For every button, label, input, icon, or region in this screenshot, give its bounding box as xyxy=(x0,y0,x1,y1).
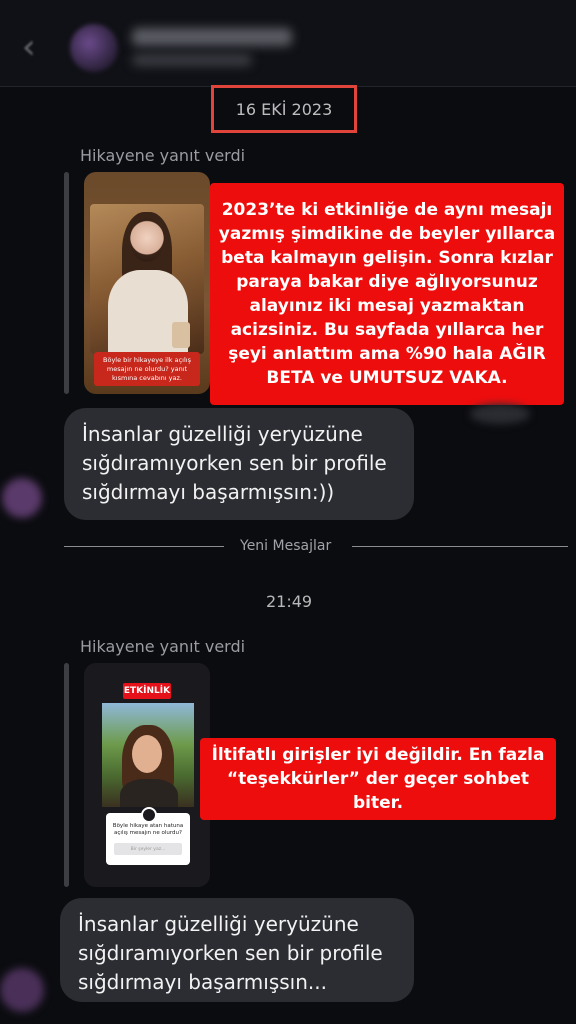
story-badge: ETKİNLİK xyxy=(123,683,171,699)
contact-status-blurred xyxy=(132,54,252,66)
background-blur xyxy=(470,404,530,424)
annotation-note-1: 2023’te ki etkinliğe de aynı mesajı yazm… xyxy=(210,183,564,405)
story-thumbnail[interactable]: Böyle bir hikayeye ilk açılış mesajın ne… xyxy=(84,172,210,394)
reply-indicator-bar xyxy=(64,663,69,887)
story-photo xyxy=(102,703,194,807)
new-messages-label: Yeni Mesajlar xyxy=(240,538,332,554)
contact-avatar[interactable] xyxy=(70,24,118,72)
message-bubble[interactable]: İnsanlar güzelliği yeryüzüne sığdıramıyo… xyxy=(64,408,414,520)
message-text: İnsanlar güzelliği yeryüzüne sığdıramıyo… xyxy=(82,422,387,504)
story-question-avatar xyxy=(141,807,157,823)
story-photo xyxy=(90,204,204,354)
story-reply-label: Hikayene yanıt verdi xyxy=(80,637,246,656)
contact-name-blurred[interactable] xyxy=(132,28,292,46)
reply-indicator-bar xyxy=(64,172,69,394)
date-label: 16 EKİ 2023 xyxy=(235,99,333,119)
time-label: 21:49 xyxy=(266,592,313,611)
annotation-note-2: İltifatlı girişler iyi değildir. En fazl… xyxy=(200,738,556,820)
divider-line-left xyxy=(64,546,224,547)
back-chevron-icon[interactable]: ‹ xyxy=(22,30,46,64)
date-separator: 16 EKİ 2023 xyxy=(211,85,357,133)
annotation-text-2: İltifatlı girişler iyi değildir. En fazl… xyxy=(211,745,545,813)
message-bubble[interactable]: İnsanlar güzelliği yeryüzüne sığdıramıyo… xyxy=(60,898,414,1002)
annotation-text-1: 2023’te ki etkinliğe de aynı mesajı yazm… xyxy=(218,200,556,388)
sender-avatar-blurred xyxy=(0,968,44,1012)
story-photo-cup xyxy=(172,322,190,348)
sender-avatar-blurred xyxy=(2,478,42,518)
story-question: Böyle hikaye atan hatuna açılış mesajın … xyxy=(112,823,184,836)
message-text: İnsanlar güzelliği yeryüzüne sığdıramıyo… xyxy=(78,912,383,994)
divider-line-right xyxy=(352,546,568,547)
story-answer-input: Bir şeyler yaz... xyxy=(114,843,182,855)
story-photo-face xyxy=(130,218,164,262)
story-photo-face xyxy=(132,735,162,773)
story-thumbnail[interactable]: ETKİNLİK Böyle hikaye atan hatuna açılış… xyxy=(84,663,210,887)
story-caption: Böyle bir hikayeye ilk açılış mesajın ne… xyxy=(94,352,200,386)
story-reply-label: Hikayene yanıt verdi xyxy=(80,146,246,165)
story-photo-body xyxy=(120,779,178,807)
